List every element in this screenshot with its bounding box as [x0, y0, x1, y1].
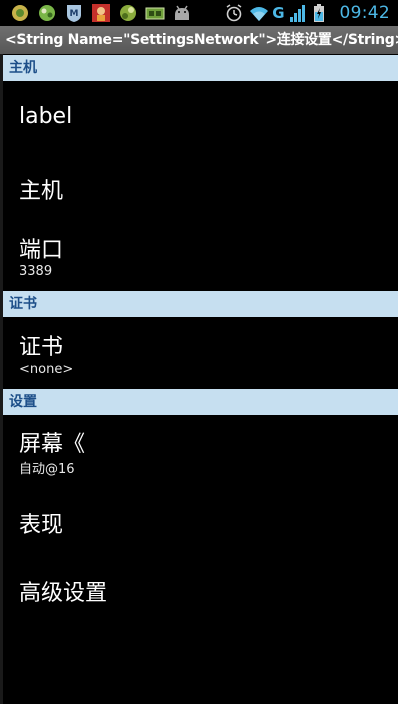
system-icons: G 09:42	[224, 3, 398, 23]
notification-icons: M	[0, 3, 192, 23]
section-header-certificate: 证书	[3, 291, 398, 317]
pref-item-performance[interactable]: 表现	[3, 491, 398, 557]
battery-icon	[313, 3, 333, 23]
pref-title-screen: 屏幕《	[19, 432, 86, 457]
malwarebytes-icon: M	[64, 3, 84, 23]
pref-item-screen[interactable]: 屏幕《 自动@16	[3, 415, 398, 491]
clock: 09:42	[339, 3, 390, 23]
svg-text:M: M	[70, 9, 79, 19]
android-icon	[172, 3, 192, 23]
pref-title-host: 主机	[19, 179, 64, 204]
section-header-settings: 设置	[3, 389, 398, 415]
usb-debug-icon	[145, 3, 165, 23]
status-bar: M G 09:42	[0, 0, 398, 26]
app-icon-2	[37, 3, 57, 23]
app-icon-red	[91, 3, 111, 23]
pref-summary-certificate: <none>	[19, 362, 74, 377]
network-type: G	[272, 4, 285, 22]
title-bar: <String Name="SettingsNetwork">连接设置</Str…	[0, 26, 398, 54]
pref-item-certificate[interactable]: 证书 <none>	[3, 317, 398, 387]
pref-item-host[interactable]: 主机	[3, 149, 398, 217]
pref-title-label: label	[19, 104, 73, 129]
alarm-icon	[224, 3, 244, 23]
pref-summary-screen: 自动@16	[19, 462, 75, 477]
pref-item-advanced[interactable]: 高级设置	[3, 557, 398, 627]
app-icon-3	[118, 3, 138, 23]
screen: M G 09:42 <String Name="SettingsNetwork"…	[0, 0, 398, 704]
pref-summary-port: 3389	[19, 264, 53, 279]
pref-title-advanced: 高级设置	[19, 581, 108, 606]
pref-title-performance: 表现	[19, 513, 64, 538]
wifi-icon	[248, 3, 269, 23]
pref-item-port[interactable]: 端口 3389	[3, 217, 398, 291]
pref-title-certificate: 证书	[19, 335, 64, 360]
pref-title-port: 端口	[19, 238, 64, 263]
app-icon-1	[10, 3, 30, 23]
section-header-host: 主机	[3, 55, 398, 81]
pref-item-label[interactable]: label	[3, 81, 398, 149]
signal-icon	[289, 3, 309, 23]
